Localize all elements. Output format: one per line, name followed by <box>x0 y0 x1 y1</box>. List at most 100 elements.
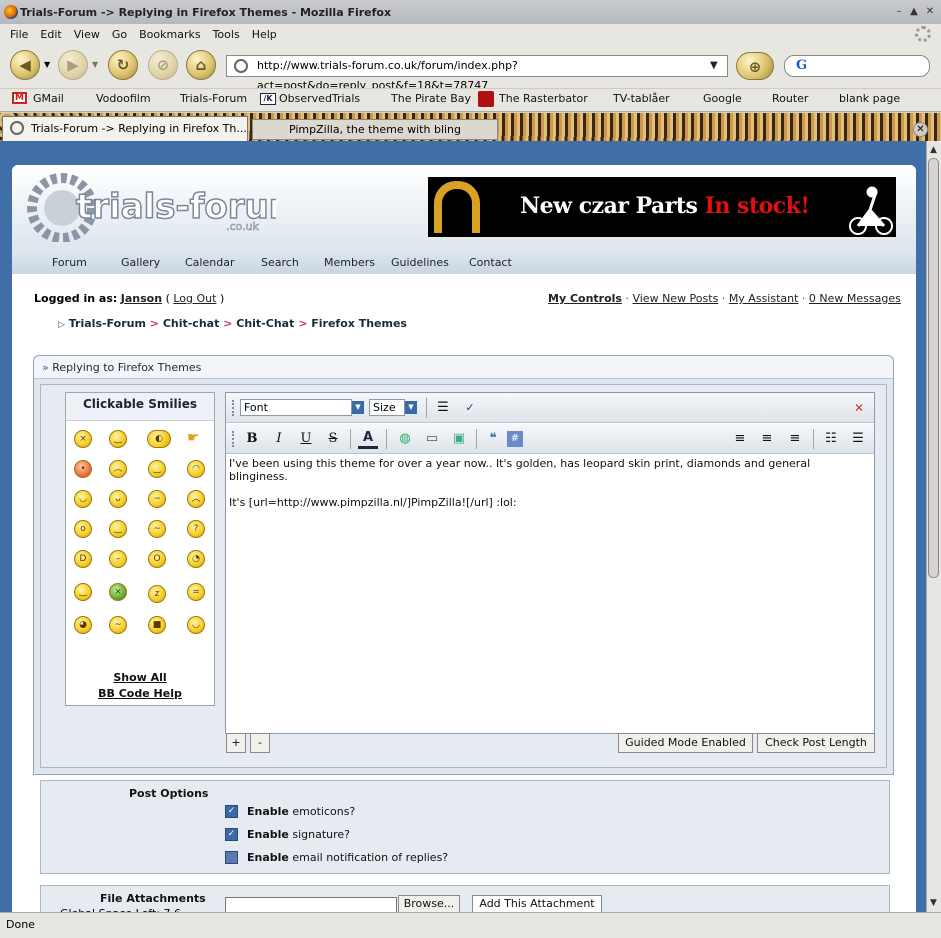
nav-calendar[interactable]: Calendar <box>185 256 234 269</box>
breadcrumb-chit-chat-2[interactable]: Chit-Chat <box>236 317 294 330</box>
smiley-confused-icon[interactable]: ~ <box>148 520 166 538</box>
font-dropdown-icon[interactable]: ▼ <box>352 401 364 414</box>
expand-editor-button[interactable]: + <box>226 733 246 753</box>
smiley-shocked-icon[interactable]: o <box>74 520 92 538</box>
post-body-textarea[interactable]: I've been using this theme for over a ye… <box>229 457 869 509</box>
bullet-list-icon[interactable]: ☰ <box>848 429 868 449</box>
remove-format-icon[interactable]: ☰ <box>433 398 453 418</box>
italic-button[interactable]: I <box>269 429 289 449</box>
emoticons-checkbox[interactable]: ✓ <box>225 805 238 818</box>
smiley-hmm-icon[interactable]: ~ <box>109 616 127 634</box>
align-center-icon[interactable]: ≡ <box>757 429 777 449</box>
menu-go[interactable]: Go <box>106 28 133 41</box>
smiley-happy-icon[interactable]: ‿ <box>109 520 127 538</box>
insert-link-icon[interactable]: ◍ <box>395 429 415 449</box>
insert-code-icon[interactable]: # <box>507 431 523 447</box>
smiley-sick-icon[interactable]: × <box>109 583 127 601</box>
breadcrumb-trials-forum[interactable]: Trials-Forum <box>69 317 146 330</box>
breadcrumb-chit-chat[interactable]: Chit-chat <box>163 317 220 330</box>
nav-members[interactable]: Members <box>324 256 375 269</box>
bookmark-tv-tablaer[interactable]: TV-tablåer <box>613 92 670 105</box>
bookmark-google[interactable]: Google <box>703 92 742 105</box>
bookmark-blank-page[interactable]: blank page <box>839 92 900 105</box>
scrollbar-thumb[interactable] <box>928 158 939 578</box>
smiley-biggrin-icon[interactable]: ◡ <box>74 490 92 508</box>
smiley-blush-icon[interactable]: ◕ <box>74 616 92 634</box>
signature-checkbox[interactable]: ✓ <box>225 828 238 841</box>
smiley-grumpy-icon[interactable]: ︿ <box>187 490 205 508</box>
nav-gallery[interactable]: Gallery <box>121 256 160 269</box>
menu-help[interactable]: Help <box>246 28 283 41</box>
nav-forum[interactable]: Forum <box>52 256 87 269</box>
insert-quote-icon[interactable]: ❝ <box>483 429 503 449</box>
insert-image-icon[interactable]: ▣ <box>449 429 469 449</box>
scroll-down-icon[interactable]: ▼ <box>928 898 939 908</box>
underline-button[interactable]: U <box>296 429 316 449</box>
my-assistant-link[interactable]: My Assistant <box>729 292 799 305</box>
close-tab-icon[interactable]: ✕ <box>913 122 928 137</box>
stop-icon[interactable]: ⊘ <box>148 50 178 80</box>
align-right-icon[interactable]: ≡ <box>785 429 805 449</box>
strikethrough-button[interactable]: S <box>323 429 343 449</box>
numbered-list-icon[interactable]: ☷ <box>821 429 841 449</box>
bookmark-gmail[interactable]: GMail <box>33 92 64 105</box>
breadcrumb-firefox-themes[interactable]: Firefox Themes <box>311 317 407 330</box>
view-new-posts-link[interactable]: View New Posts <box>632 292 718 305</box>
check-post-length-button[interactable]: Check Post Length <box>757 733 875 753</box>
back-dropdown-icon[interactable]: ▼ <box>44 60 50 69</box>
address-dropdown-icon[interactable]: ▼ <box>710 60 718 71</box>
insert-email-icon[interactable]: ▭ <box>422 429 442 449</box>
shrink-editor-button[interactable]: - <box>250 733 270 753</box>
smiley-rolleyes-icon[interactable]: ◔ <box>187 550 205 568</box>
spellcheck-icon[interactable]: ✓ <box>460 398 480 418</box>
logout-link[interactable]: Log Out <box>173 292 216 305</box>
my-controls-link[interactable]: My Controls <box>548 292 622 305</box>
close-editor-icon[interactable]: ✕ <box>849 398 869 418</box>
bbcode-help-link[interactable]: BB Code Help <box>66 687 214 700</box>
forward-dropdown-icon[interactable]: ▼ <box>92 60 98 69</box>
menu-edit[interactable]: Edit <box>34 28 67 41</box>
smiley-sad-icon[interactable]: ︵ <box>109 460 127 478</box>
size-dropdown-icon[interactable]: ▼ <box>405 401 417 414</box>
smiley-mad-icon[interactable]: × <box>74 430 92 448</box>
google-search-icon[interactable]: G <box>796 58 807 73</box>
minimize-button[interactable]: – <box>893 6 905 18</box>
thumbs-up-icon[interactable]: ☛ <box>187 430 205 448</box>
tab-active[interactable]: Trials-Forum -> Replying in Firefox Th..… <box>2 116 248 141</box>
size-select[interactable]: Size <box>369 399 405 416</box>
bookmark-vodoofilm[interactable]: Vodoofilm <box>96 92 151 105</box>
smiley-angry-icon[interactable]: • <box>74 460 92 478</box>
smiley-cool-icon[interactable]: ■ <box>148 616 166 634</box>
address-bar[interactable]: http://www.trials-forum.co.uk/forum/inde… <box>226 55 728 92</box>
add-attachment-button[interactable]: Add This Attachment <box>472 895 602 913</box>
font-select[interactable]: Font <box>240 399 352 416</box>
bookmark-trials-forum[interactable]: Trials-Forum <box>180 92 247 105</box>
scroll-up-icon[interactable]: ▲ <box>928 145 939 155</box>
show-all-smilies-link[interactable]: Show All <box>66 671 214 684</box>
nav-contact[interactable]: Contact <box>469 256 512 269</box>
smiley-sleepy-icon[interactable]: ‿ <box>109 430 127 448</box>
menu-view[interactable]: View <box>68 28 106 41</box>
menu-file[interactable]: File <box>4 28 34 41</box>
bookmark-piratebay[interactable]: The Pirate Bay <box>391 92 471 105</box>
bookmark-rasterbator[interactable]: The Rasterbator <box>499 92 588 105</box>
home-icon[interactable]: ⌂ <box>186 50 216 80</box>
trials-forum-logo[interactable]: trials-forum .co.uk <box>26 170 276 242</box>
smiley-smile-icon[interactable]: ‿ <box>148 460 166 478</box>
font-color-button[interactable]: A <box>358 429 378 449</box>
nav-guidelines[interactable]: Guidelines <box>391 256 449 269</box>
smiley-talking-icon[interactable]: ◐ <box>147 430 171 448</box>
email-notification-checkbox[interactable] <box>225 851 238 864</box>
smiley-wink-icon[interactable]: ◠ <box>187 460 205 478</box>
username-link[interactable]: Janson <box>121 292 162 305</box>
file-path-input[interactable] <box>225 897 397 913</box>
smiley-grin-icon[interactable]: ◡ <box>187 616 205 634</box>
close-window-button[interactable]: ✕ <box>924 6 936 18</box>
menu-tools[interactable]: Tools <box>207 28 246 41</box>
nav-search[interactable]: Search <box>261 256 299 269</box>
smiley-sleeping-icon[interactable]: z <box>148 585 166 603</box>
smiley-laugh-icon[interactable]: D <box>74 550 92 568</box>
maximize-button[interactable]: ▲ <box>908 6 920 18</box>
bookmark-router[interactable]: Router <box>772 92 808 105</box>
smiley-surprised-icon[interactable]: O <box>148 550 166 568</box>
